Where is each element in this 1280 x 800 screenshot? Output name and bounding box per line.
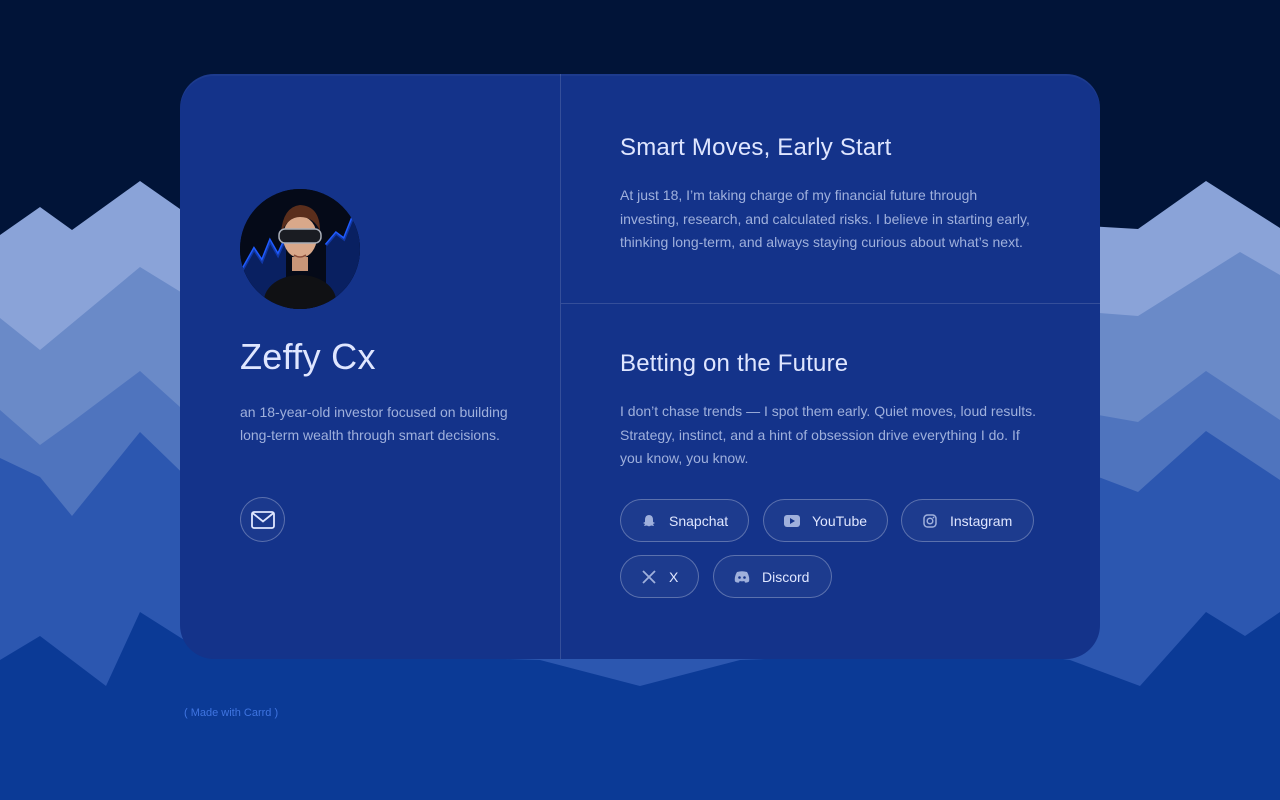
made-with-carrd-link[interactable]: ( Made with Carrd ) bbox=[184, 707, 278, 719]
profile-card: Zeffy Cx an 18-year-old investor focused… bbox=[180, 74, 1100, 659]
social-label: X bbox=[669, 568, 679, 585]
youtube-button[interactable]: YouTube bbox=[763, 499, 888, 542]
mail-icon bbox=[250, 510, 275, 529]
profile-panel: Zeffy Cx an 18-year-old investor focused… bbox=[180, 74, 560, 659]
social-label: Instagram bbox=[950, 512, 1013, 529]
x-icon bbox=[641, 569, 657, 585]
snapchat-icon bbox=[641, 513, 657, 529]
section-smart-moves: Smart Moves, Early Start At just 18, I’m… bbox=[620, 134, 1040, 255]
section-title: Betting on the Future bbox=[620, 350, 849, 377]
social-label: YouTube bbox=[812, 512, 868, 529]
x-button[interactable]: X bbox=[620, 555, 699, 598]
section-title: Smart Moves, Early Start bbox=[620, 134, 892, 161]
discord-button[interactable]: Discord bbox=[713, 555, 832, 598]
email-button[interactable] bbox=[240, 497, 285, 542]
avatar bbox=[240, 189, 360, 309]
instagram-button[interactable]: Instagram bbox=[901, 499, 1034, 542]
section-body: At just 18, I’m taking charge of my fina… bbox=[620, 187, 1030, 250]
vertical-divider bbox=[560, 74, 561, 659]
profile-name: Zeffy Cx bbox=[240, 336, 376, 377]
horizontal-divider bbox=[561, 303, 1100, 304]
social-label: Discord bbox=[762, 568, 810, 585]
discord-icon bbox=[734, 569, 750, 585]
profile-bio: an 18-year-old investor focused on build… bbox=[240, 404, 508, 443]
youtube-icon bbox=[784, 513, 800, 529]
instagram-icon bbox=[922, 513, 938, 529]
social-label: Snapchat bbox=[669, 512, 729, 529]
section-betting-future: Betting on the Future I don’t chase tren… bbox=[620, 350, 1040, 471]
section-body: I don’t chase trends — I spot them early… bbox=[620, 403, 1037, 466]
snapchat-button[interactable]: Snapchat bbox=[620, 499, 749, 542]
